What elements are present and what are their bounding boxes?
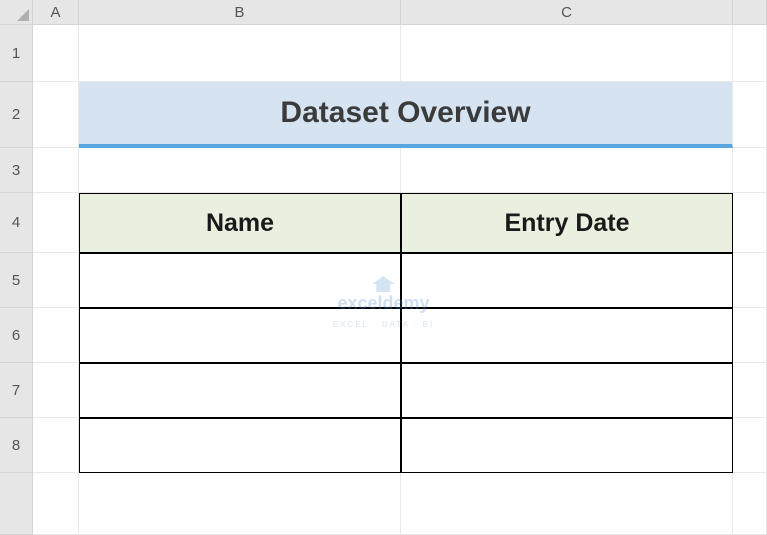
title-cell[interactable]: Dataset Overview — [79, 82, 733, 148]
cell-B9[interactable] — [79, 473, 401, 535]
col-header-B[interactable]: B — [79, 0, 401, 25]
row-header-2[interactable]: 2 — [0, 82, 33, 148]
cell-C3[interactable] — [401, 148, 733, 193]
row-header-6[interactable]: 6 — [0, 308, 33, 363]
cell-D2[interactable] — [733, 82, 767, 148]
spreadsheet-grid: A B C 1 2 Dataset Overview 3 4 Name Entr… — [0, 0, 767, 535]
cell-A9[interactable] — [33, 473, 79, 535]
cell-A2[interactable] — [33, 82, 79, 148]
cell-D8[interactable] — [733, 418, 767, 473]
row-header-9[interactable] — [0, 473, 33, 535]
table-cell-C8[interactable] — [401, 418, 733, 473]
cell-D4[interactable] — [733, 193, 767, 253]
col-header-A[interactable]: A — [33, 0, 79, 25]
table-header-entry-date[interactable]: Entry Date — [401, 193, 733, 253]
row-header-5[interactable]: 5 — [0, 253, 33, 308]
cell-D5[interactable] — [733, 253, 767, 308]
row-header-8[interactable]: 8 — [0, 418, 33, 473]
table-cell-B7[interactable] — [79, 363, 401, 418]
cell-A1[interactable] — [33, 25, 79, 82]
table-cell-B6[interactable] — [79, 308, 401, 363]
col-header-C[interactable]: C — [401, 0, 733, 25]
row-header-3[interactable]: 3 — [0, 148, 33, 193]
table-cell-C7[interactable] — [401, 363, 733, 418]
cell-D1[interactable] — [733, 25, 767, 82]
cell-A7[interactable] — [33, 363, 79, 418]
cell-D7[interactable] — [733, 363, 767, 418]
select-all-corner[interactable] — [0, 0, 33, 25]
cell-A6[interactable] — [33, 308, 79, 363]
row-header-1[interactable]: 1 — [0, 25, 33, 82]
table-header-name[interactable]: Name — [79, 193, 401, 253]
cell-D9[interactable] — [733, 473, 767, 535]
cell-A8[interactable] — [33, 418, 79, 473]
cell-A5[interactable] — [33, 253, 79, 308]
cell-B3[interactable] — [79, 148, 401, 193]
cell-D6[interactable] — [733, 308, 767, 363]
row-header-4[interactable]: 4 — [0, 193, 33, 253]
cell-C1[interactable] — [401, 25, 733, 82]
table-cell-B8[interactable] — [79, 418, 401, 473]
cell-B1[interactable] — [79, 25, 401, 82]
table-cell-B5[interactable] — [79, 253, 401, 308]
table-cell-C5[interactable] — [401, 253, 733, 308]
table-cell-C6[interactable] — [401, 308, 733, 363]
cell-A3[interactable] — [33, 148, 79, 193]
cell-D3[interactable] — [733, 148, 767, 193]
row-header-7[interactable]: 7 — [0, 363, 33, 418]
cell-C9[interactable] — [401, 473, 733, 535]
cell-A4[interactable] — [33, 193, 79, 253]
col-header-next[interactable] — [733, 0, 767, 25]
